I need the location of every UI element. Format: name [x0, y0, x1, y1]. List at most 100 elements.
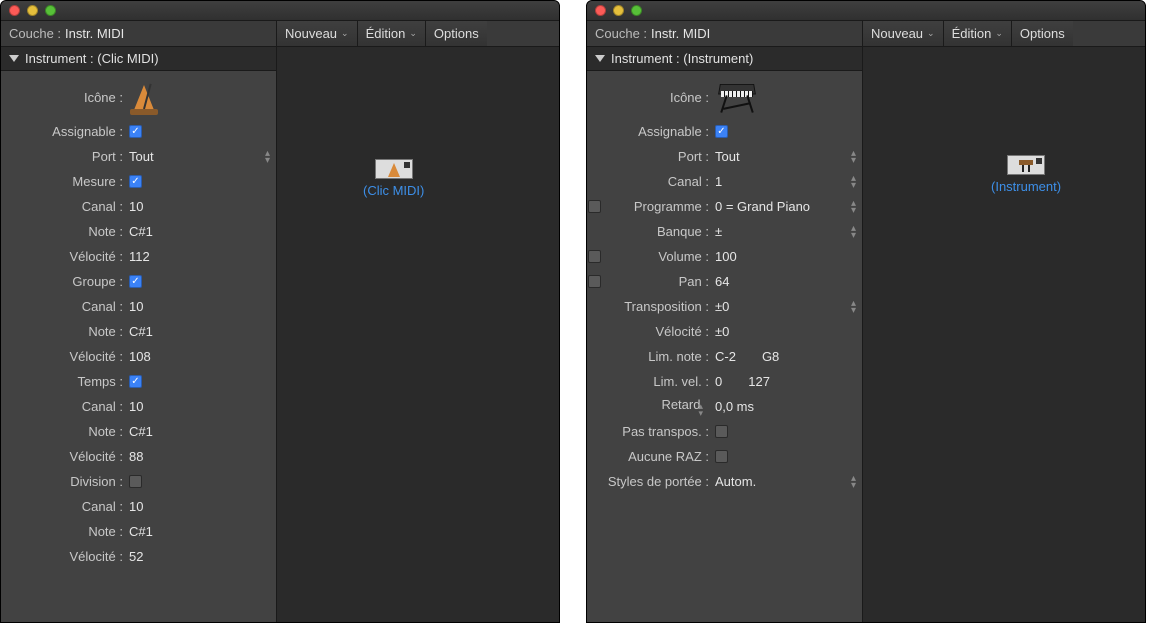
value-field[interactable]: 10	[129, 499, 143, 514]
value-field[interactable]: 1	[715, 174, 722, 189]
param-value[interactable]: 0 = Grand Piano ▴▾	[715, 199, 862, 214]
disclosure-triangle-icon[interactable]	[595, 55, 605, 62]
param-value[interactable]: Autom. ▴▾	[715, 474, 862, 489]
value-field[interactable]: 88	[129, 449, 143, 464]
checkbox[interactable]	[715, 450, 728, 463]
param-value[interactable]: Tout ▴▾	[129, 149, 276, 164]
param-value[interactable]: C-2 G8	[715, 349, 862, 364]
param-value[interactable]: 108	[129, 349, 276, 364]
stepper-icon[interactable]: ▴▾	[265, 150, 270, 164]
environment-canvas[interactable]: (Instrument)	[863, 47, 1145, 622]
value-field[interactable]: C#1	[129, 224, 153, 239]
param-value[interactable]: 10	[129, 299, 276, 314]
value-field[interactable]: 0,0 ms	[715, 399, 754, 414]
value-field[interactable]: C#1	[129, 424, 153, 439]
metronome-icon[interactable]	[129, 79, 159, 115]
value-field[interactable]: 112	[129, 249, 150, 264]
enable-checkbox[interactable]	[588, 250, 601, 263]
minimize-icon[interactable]	[613, 5, 624, 16]
edit-menu[interactable]: Édition⌄	[358, 21, 426, 46]
param-value[interactable]: 10	[129, 499, 276, 514]
value-field[interactable]: 10	[129, 399, 143, 414]
param-value[interactable]: ±0	[715, 324, 862, 339]
environment-canvas[interactable]: (Clic MIDI)	[277, 47, 559, 622]
stepper-icon[interactable]: ▴▾	[851, 175, 856, 189]
close-icon[interactable]	[595, 5, 606, 16]
param-value[interactable]	[129, 175, 276, 188]
inspector-header[interactable]: Instrument : (Instrument)	[587, 47, 862, 71]
value-field[interactable]: 10	[129, 299, 143, 314]
param-value[interactable]: 100	[715, 249, 862, 264]
checkbox[interactable]	[129, 375, 142, 388]
enable-checkbox[interactable]	[588, 200, 601, 213]
value-field[interactable]: C-2 G8	[715, 349, 779, 364]
canvas-object[interactable]: (Clic MIDI)	[363, 159, 424, 198]
param-value[interactable]	[715, 125, 862, 138]
value-field[interactable]: Autom.	[715, 474, 756, 489]
param-value[interactable]	[129, 275, 276, 288]
new-menu[interactable]: Nouveau⌄	[863, 21, 944, 46]
param-value[interactable]: ± ▴▾	[715, 224, 862, 239]
param-value[interactable]: Tout ▴▾	[715, 149, 862, 164]
zoom-icon[interactable]	[631, 5, 642, 16]
value-field[interactable]: ±	[715, 224, 722, 239]
param-value[interactable]: ±0 ▴▾	[715, 299, 862, 314]
checkbox[interactable]	[129, 475, 142, 488]
new-menu[interactable]: Nouveau⌄	[277, 21, 358, 46]
value-field[interactable]: 100	[715, 249, 737, 264]
stepper-icon[interactable]: ▴▾	[851, 200, 856, 214]
value-field[interactable]: 64	[715, 274, 729, 289]
param-value[interactable]: 0 127	[715, 374, 862, 389]
checkbox[interactable]	[129, 275, 142, 288]
stepper-icon[interactable]: ▴▾	[698, 403, 703, 417]
checkbox[interactable]	[715, 425, 728, 438]
options-menu[interactable]: Options	[1012, 21, 1073, 46]
checkbox[interactable]	[129, 175, 142, 188]
value-field[interactable]: 52	[129, 549, 143, 564]
zoom-icon[interactable]	[45, 5, 56, 16]
param-value[interactable]: C#1	[129, 224, 276, 239]
param-value[interactable]: 64	[715, 274, 862, 289]
value-field[interactable]: 0 127	[715, 374, 770, 389]
param-value[interactable]: C#1	[129, 424, 276, 439]
value-field[interactable]: ±0	[715, 324, 729, 339]
param-value[interactable]: 10	[129, 199, 276, 214]
param-value[interactable]	[129, 375, 276, 388]
canvas-object[interactable]: (Instrument)	[991, 155, 1061, 194]
param-value[interactable]	[129, 125, 276, 138]
value-field[interactable]: 0 = Grand Piano	[715, 199, 810, 214]
param-value[interactable]: 112	[129, 249, 276, 264]
value-field[interactable]: 10	[129, 199, 143, 214]
inspector-header[interactable]: Instrument : (Clic MIDI)	[1, 47, 276, 71]
value-field[interactable]: ±0	[715, 299, 729, 314]
param-value[interactable]	[715, 425, 862, 438]
layer-value[interactable]: Instr. MIDI	[651, 26, 710, 41]
param-value[interactable]: 52	[129, 549, 276, 564]
disclosure-triangle-icon[interactable]	[9, 55, 19, 62]
checkbox[interactable]	[715, 125, 728, 138]
stepper-icon[interactable]: ▴▾	[851, 475, 856, 489]
synth-icon[interactable]	[715, 77, 759, 117]
options-menu[interactable]: Options	[426, 21, 487, 46]
stepper-icon[interactable]: ▴▾	[851, 225, 856, 239]
param-value[interactable]	[715, 450, 862, 463]
minimize-icon[interactable]	[27, 5, 38, 16]
param-value[interactable]: 1 ▴▾	[715, 174, 862, 189]
value-field[interactable]: C#1	[129, 524, 153, 539]
edit-menu[interactable]: Édition⌄	[944, 21, 1012, 46]
param-value[interactable]: 0,0 ms	[715, 399, 862, 414]
enable-checkbox[interactable]	[588, 275, 601, 288]
param-value[interactable]: 88	[129, 449, 276, 464]
value-field[interactable]: Tout	[715, 149, 740, 164]
value-field[interactable]: Tout	[129, 149, 154, 164]
param-value[interactable]: C#1	[129, 324, 276, 339]
stepper-icon[interactable]: ▴▾	[851, 300, 856, 314]
param-value[interactable]	[129, 475, 276, 488]
checkbox[interactable]	[129, 125, 142, 138]
value-field[interactable]: 108	[129, 349, 151, 364]
value-field[interactable]: C#1	[129, 324, 153, 339]
layer-value[interactable]: Instr. MIDI	[65, 26, 124, 41]
stepper-icon[interactable]: ▴▾	[851, 150, 856, 164]
close-icon[interactable]	[9, 5, 20, 16]
param-value[interactable]: C#1	[129, 524, 276, 539]
